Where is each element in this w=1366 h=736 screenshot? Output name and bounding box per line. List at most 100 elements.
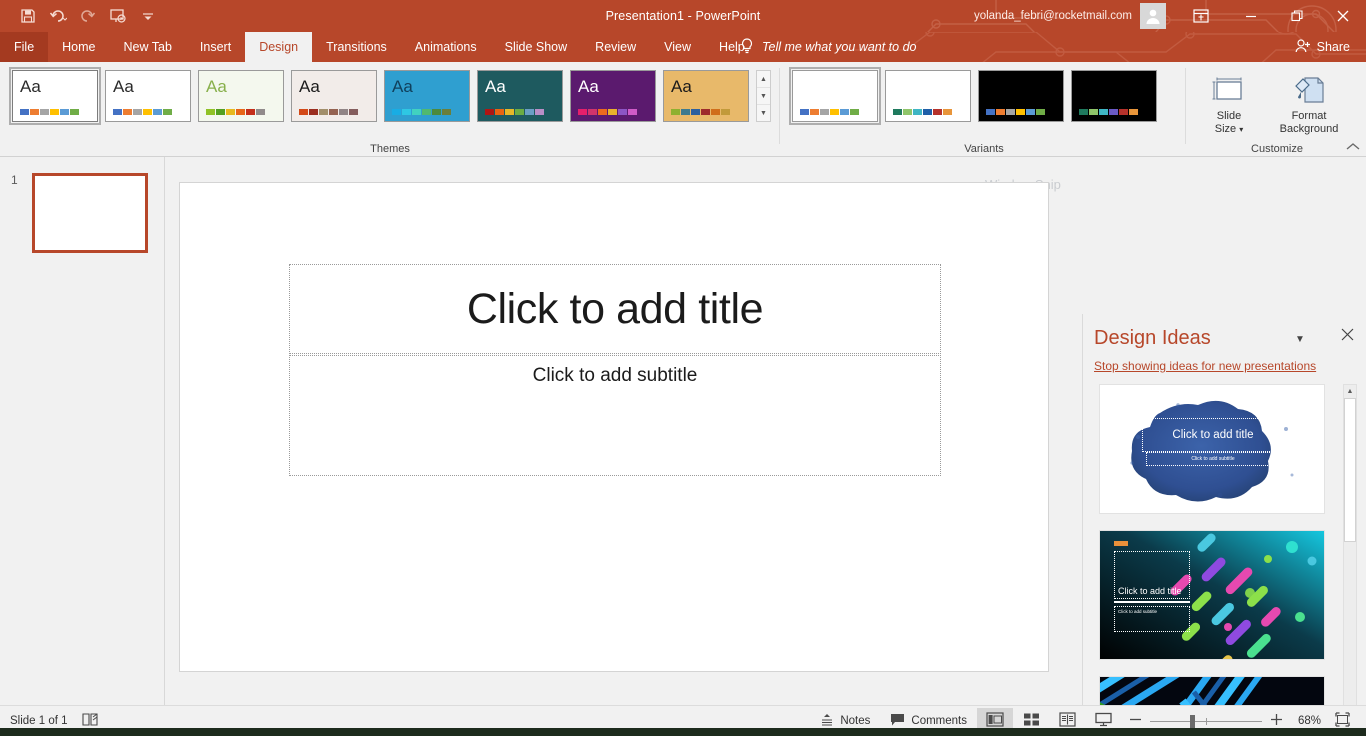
close-icon[interactable] <box>1341 327 1354 344</box>
variant-thumbnail-variant-4[interactable] <box>1071 70 1157 122</box>
share-button[interactable]: Share <box>1295 32 1350 62</box>
notes-icon <box>820 713 834 730</box>
slide-size-label-line2: Size ▾ <box>1214 123 1244 135</box>
tab-design[interactable]: Design <box>245 32 313 62</box>
theme-sample-text: Aa <box>485 77 506 96</box>
tell-me-search[interactable]: Tell me what you want to do <box>740 32 917 62</box>
tab-file[interactable]: File <box>0 32 49 62</box>
theme-color-swatches <box>299 109 358 115</box>
group-label-customize: Customize <box>1251 143 1303 155</box>
scroll-up-icon[interactable]: ▲ <box>757 71 770 88</box>
subtitle-placeholder[interactable]: Click to add subtitle <box>289 355 941 476</box>
tab-slide-show[interactable]: Slide Show <box>491 32 582 62</box>
ribbon-group-variants: ▲ ▼ ▼ Variants <box>782 62 1186 157</box>
theme-thumbnail-wood-type-theme[interactable]: Aa <box>663 70 749 122</box>
zoom-in-icon[interactable] <box>1270 713 1283 729</box>
group-separator <box>779 68 780 144</box>
idea-subtitle-text: Click to add subtitle <box>1191 456 1235 462</box>
variants-gallery[interactable] <box>789 67 1157 125</box>
zoom-out-icon[interactable] <box>1129 713 1142 729</box>
design-ideas-title: Design Ideas <box>1094 327 1211 349</box>
theme-thumbnail-berlin-theme[interactable]: Aa <box>291 70 377 122</box>
themes-gallery[interactable]: Aa Aa Aa Aa Aa Aa Aa Aa <box>9 67 749 125</box>
group-label-themes: Themes <box>370 143 410 155</box>
theme-color-swatches <box>113 109 172 115</box>
design-ideas-scrollbar[interactable]: ▲ ▼ <box>1343 384 1357 736</box>
slide-thumbnail-1[interactable] <box>32 173 148 253</box>
stop-showing-ideas-link[interactable]: Stop showing ideas for new presentations <box>1094 359 1316 373</box>
title-placeholder[interactable]: Click to add title <box>289 264 941 354</box>
zoom-default-tick <box>1206 717 1207 725</box>
theme-thumbnail-office-theme-2[interactable]: Aa <box>105 70 191 122</box>
slide-editing-surface[interactable]: Click to add title Click to add subtitle <box>180 183 1048 671</box>
avatar[interactable] <box>1140 3 1166 29</box>
theme-color-swatches <box>206 109 265 115</box>
lightbulb-icon <box>740 37 754 57</box>
slide-count-label: Slide 1 of 1 <box>10 715 68 727</box>
theme-sample-text: Aa <box>20 77 41 96</box>
tab-animations[interactable]: Animations <box>401 32 491 62</box>
theme-thumbnail-ion-boardroom-theme[interactable]: Aa <box>477 70 563 122</box>
tab-insert[interactable]: Insert <box>186 32 245 62</box>
idea-divider <box>1114 601 1190 603</box>
theme-color-swatches <box>578 109 637 115</box>
tab-new-tab[interactable]: New Tab <box>110 32 186 62</box>
idea-title-placeholder: Click to add title <box>1142 418 1284 452</box>
minimize-icon[interactable] <box>1228 0 1274 32</box>
tab-review[interactable]: Review <box>581 32 650 62</box>
variant-color-swatches <box>800 109 859 115</box>
account-info[interactable]: yolanda_febri@rocketmail.com <box>974 0 1166 32</box>
scroll-up-icon[interactable]: ▲ <box>1344 385 1356 398</box>
format-background-icon <box>1266 70 1352 110</box>
variant-color-swatches <box>986 109 1045 115</box>
zoom-knob[interactable] <box>1190 714 1195 728</box>
tab-view[interactable]: View <box>650 32 705 62</box>
design-ideas-list[interactable]: Click to add title Click to add subtitle <box>1099 384 1327 736</box>
variant-thumbnail-variant-2[interactable] <box>885 70 971 122</box>
theme-color-swatches <box>485 109 544 115</box>
theme-color-swatches <box>392 109 451 115</box>
tab-home[interactable]: Home <box>48 32 109 62</box>
slide-thumbnail-pane[interactable]: 1 <box>0 157 165 705</box>
title-placeholder-text: Click to add title <box>466 284 764 333</box>
chevron-down-icon[interactable]: ▼ <box>1295 334 1305 345</box>
variant-thumbnail-variant-1[interactable] <box>789 67 881 125</box>
design-ideas-pane: Design Ideas ▼ Stop showing ideas for ne… <box>1082 314 1366 736</box>
idea-subtitle-text: Click to add subtitle <box>1118 609 1158 614</box>
restore-icon[interactable] <box>1274 0 1320 32</box>
os-taskbar <box>0 728 1366 736</box>
theme-thumbnail-quotable-theme[interactable]: Aa <box>570 70 656 122</box>
theme-thumbnail-facet-theme[interactable]: Aa <box>198 70 284 122</box>
share-person-icon <box>1295 38 1311 57</box>
ribbon-group-customize: Slide Size ▾ Format Background Customize <box>1188 62 1366 157</box>
zoom-track[interactable] <box>1150 714 1262 728</box>
collapse-ribbon-icon[interactable] <box>1346 142 1360 155</box>
scrollbar-thumb[interactable] <box>1344 398 1356 542</box>
ribbon: Aa Aa Aa Aa Aa Aa Aa Aa ▲ ▼ ▼ Themes ▲ ▼ ▼ Vari… <box>0 62 1366 157</box>
notes-label: Notes <box>840 715 871 727</box>
slide-size-button[interactable]: Slide Size ▾ <box>1198 70 1260 136</box>
variant-thumbnail-variant-3[interactable] <box>978 70 1064 122</box>
close-icon[interactable] <box>1320 0 1366 32</box>
design-idea-ink-blot[interactable]: Click to add title Click to add subtitle <box>1099 384 1325 514</box>
title-bar: Presentation1 - PowerPoint yolanda_febri… <box>0 0 1366 32</box>
themes-gallery-scroller[interactable]: ▲ ▼ ▼ <box>756 70 771 122</box>
comments-icon <box>890 713 905 730</box>
format-background-button[interactable]: Format Background <box>1266 70 1352 136</box>
ribbon-group-themes: Aa Aa Aa Aa Aa Aa Aa Aa ▲ ▼ ▼ Themes <box>0 62 780 157</box>
window-controls[interactable] <box>1228 0 1366 32</box>
theme-thumbnail-celestial-theme[interactable]: Aa <box>384 70 470 122</box>
format-background-label-line1: Format <box>1291 110 1327 122</box>
powerpoint-window: Presentation1 - PowerPoint yolanda_febri… <box>0 0 1366 736</box>
more-themes-icon[interactable]: ▼ <box>757 105 770 121</box>
group-label-variants: Variants <box>964 143 1004 155</box>
theme-thumbnail-office-theme[interactable]: Aa <box>9 67 101 125</box>
tab-list[interactable]: File Home New Tab Insert Design Transiti… <box>0 32 759 62</box>
theme-sample-text: Aa <box>299 77 320 96</box>
slide-canvas[interactable]: Window Snip Click to add title Click to … <box>165 157 1082 705</box>
ribbon-display-options-icon[interactable] <box>1181 0 1221 32</box>
design-idea-colorful-shapes[interactable]: Click to add title Click to add subtitle <box>1099 530 1325 660</box>
scroll-down-icon[interactable]: ▼ <box>757 88 770 105</box>
variant-color-swatches <box>1079 109 1138 115</box>
tab-transitions[interactable]: Transitions <box>312 32 401 62</box>
